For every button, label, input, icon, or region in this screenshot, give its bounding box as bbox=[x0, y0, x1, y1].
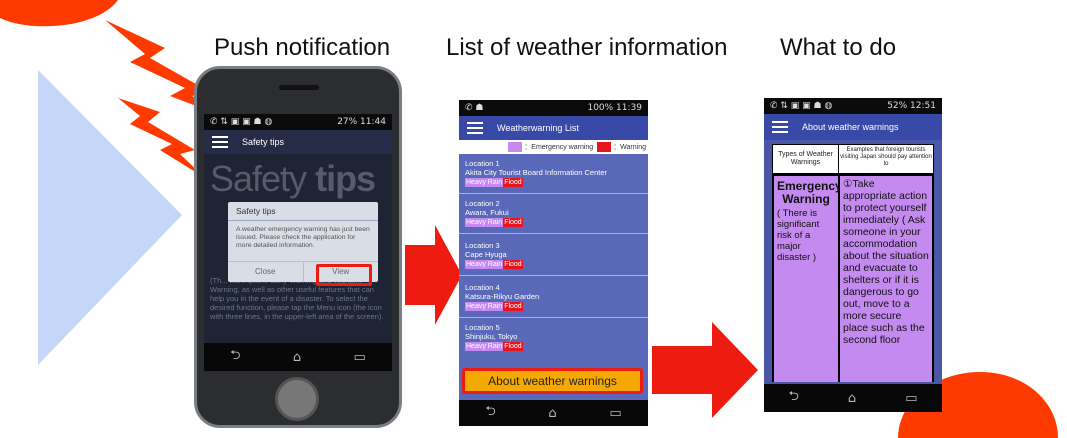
location-label: Location 2 bbox=[465, 199, 500, 208]
hero-text-bold: tips bbox=[315, 158, 376, 199]
phone1-app-title: Safety tips bbox=[242, 137, 285, 147]
location-place: Awara, Fukui bbox=[465, 208, 509, 217]
hero-text: Safety tips bbox=[210, 158, 376, 200]
back-icon[interactable]: ⮌ bbox=[230, 346, 240, 368]
hero-text-light: Safety bbox=[210, 158, 307, 199]
phone1-status-bar: ✆ ⇅ ▣ ▣ ☗ ◍ 27% 11:44 bbox=[204, 114, 392, 130]
blue-chevron-shape bbox=[38, 70, 182, 365]
location-item[interactable]: Location 3 Cape Hyuga Heavy Rain Flood bbox=[459, 238, 648, 276]
back-icon[interactable]: ⮌ bbox=[485, 402, 495, 424]
phone2-app-bar: Weatherwarning List bbox=[459, 116, 648, 140]
close-button[interactable]: Close bbox=[228, 262, 304, 282]
home-icon[interactable]: ⌂ bbox=[293, 350, 301, 365]
flood-tag: Flood bbox=[503, 178, 523, 187]
heavy-rain-tag: Heavy Rain bbox=[465, 260, 504, 269]
location-label: Location 4 bbox=[465, 283, 500, 292]
legend-warning-label: ：Warning bbox=[613, 144, 646, 151]
location-label: Location 3 bbox=[465, 241, 500, 250]
phone-home-button[interactable] bbox=[275, 377, 319, 421]
phone3-status-bar: ✆ ⇅ ▣ ▣ ☗ ◍ 52% 12:51 bbox=[764, 98, 942, 114]
heavy-rain-tag: Heavy Rain bbox=[465, 178, 504, 187]
phone3-nav-bar: ⮌ ⌂ ▭ bbox=[764, 384, 942, 412]
menu-icon[interactable] bbox=[772, 121, 788, 133]
col-header-type: Types of Weather Warnings bbox=[773, 145, 839, 173]
recent-apps-icon[interactable]: ▭ bbox=[609, 406, 621, 421]
about-button-label: About weather warnings bbox=[488, 374, 617, 388]
back-icon[interactable]: ⮌ bbox=[789, 387, 799, 409]
recent-apps-icon[interactable]: ▭ bbox=[905, 391, 917, 406]
status-icons: ✆ ⇅ ▣ ▣ ☗ ◍ bbox=[210, 117, 273, 127]
menu-icon[interactable] bbox=[212, 136, 228, 148]
phone2-app-title: Weatherwarning List bbox=[497, 123, 579, 133]
phone1-nav-bar: ⮌ ⌂ ▭ bbox=[204, 343, 392, 371]
table-row: Emergency Warning ( There is significant… bbox=[772, 174, 934, 382]
location-place: Cape Hyuga bbox=[465, 250, 507, 259]
home-icon[interactable]: ⌂ bbox=[848, 391, 856, 406]
status-clock: 52% 12:51 bbox=[887, 101, 936, 111]
location-place: Katsura-Rikyu Garden bbox=[465, 292, 540, 301]
red-arrow-2 bbox=[652, 322, 758, 418]
emergency-warning-label: Emergency Warning bbox=[777, 179, 842, 206]
phone-what-to-do: ✆ ⇅ ▣ ▣ ☗ ◍ 52% 12:51 About weather warn… bbox=[764, 98, 942, 412]
legend: ：Emergency warning ：Warning bbox=[459, 140, 648, 154]
phone2-status-bar: ✆ ☗ 100% 11:39 bbox=[459, 100, 648, 116]
table-header: Types of Weather Warnings Examples that … bbox=[772, 144, 934, 174]
location-label: Location 1 bbox=[465, 159, 500, 168]
flood-tag: Flood bbox=[503, 302, 523, 311]
heading-what-to-do: What to do bbox=[780, 34, 897, 61]
phone1-screen: ✆ ⇅ ▣ ▣ ☗ ◍ 27% 11:44 Safety tips Safety… bbox=[204, 114, 392, 371]
warnings-table: Types of Weather Warnings Examples that … bbox=[772, 144, 934, 382]
legend-emergency-swatch bbox=[508, 142, 523, 152]
dialog-body: A weather emergency warning has just bee… bbox=[236, 226, 370, 249]
location-place: Akita City Tourist Board Information Cen… bbox=[465, 168, 608, 177]
status-icons: ✆ ☗ bbox=[465, 103, 484, 113]
location-label: Location 5 bbox=[465, 323, 500, 332]
flood-tag: Flood bbox=[503, 342, 523, 351]
phone-speaker bbox=[279, 85, 319, 90]
phone-weather-list: ✆ ☗ 100% 11:39 Weatherwarning List ：Emer… bbox=[459, 100, 648, 426]
status-clock: 27% 11:44 bbox=[337, 117, 386, 127]
heavy-rain-tag: Heavy Rain bbox=[465, 218, 504, 227]
location-item[interactable]: Location 5 Shinjuku, Tokyo Heavy Rain Flo… bbox=[459, 320, 648, 358]
location-place: Shinjuku, Tokyo bbox=[465, 332, 518, 341]
home-icon[interactable]: ⌂ bbox=[548, 406, 556, 421]
recent-apps-icon[interactable]: ▭ bbox=[354, 350, 366, 365]
orange-blob-top-left bbox=[0, 0, 118, 27]
heading-weather-list: List of weather information bbox=[446, 34, 728, 61]
about-weather-warnings-button[interactable]: About weather warnings bbox=[462, 368, 643, 394]
row-action-cell: ①Take appropriate action to protect your… bbox=[840, 176, 932, 382]
menu-icon[interactable] bbox=[467, 122, 483, 134]
phone2-nav-bar: ⮌ ⌂ ▭ bbox=[459, 400, 648, 426]
phone-push-notification: ✆ ⇅ ▣ ▣ ☗ ◍ 27% 11:44 Safety tips Safety… bbox=[194, 66, 402, 428]
location-item[interactable]: Location 1 Akita City Tourist Board Info… bbox=[459, 156, 648, 194]
status-icons: ✆ ⇅ ▣ ▣ ☗ ◍ bbox=[770, 101, 833, 111]
heavy-rain-tag: Heavy Rain bbox=[465, 302, 504, 311]
row-type-cell: Emergency Warning ( There is significant… bbox=[774, 176, 842, 382]
phone1-app-bar: Safety tips bbox=[204, 130, 392, 154]
view-button-highlight bbox=[316, 264, 372, 286]
status-clock: 100% 11:39 bbox=[587, 103, 642, 113]
legend-emergency-label: ：Emergency warning bbox=[524, 144, 594, 151]
location-item[interactable]: Location 2 Awara, Fukui Heavy Rain Flood bbox=[459, 196, 648, 234]
red-arrow-1 bbox=[405, 225, 462, 325]
phone3-app-bar: About weather warnings bbox=[764, 114, 942, 140]
flood-tag: Flood bbox=[503, 260, 523, 269]
location-item[interactable]: Location 4 Katsura-Rikyu Garden Heavy Ra… bbox=[459, 280, 648, 318]
phone3-app-title: About weather warnings bbox=[802, 122, 899, 132]
heading-push-notification: Push notification bbox=[214, 34, 391, 61]
emergency-warning-note: ( There is significant risk of a major d… bbox=[777, 208, 820, 263]
dialog-title: Safety tips bbox=[228, 202, 378, 221]
legend-warning-swatch bbox=[597, 142, 612, 152]
flood-tag: Flood bbox=[503, 218, 523, 227]
col-header-examples: Examples that foreign tourists visiting … bbox=[840, 147, 932, 167]
heavy-rain-tag: Heavy Rain bbox=[465, 342, 504, 351]
